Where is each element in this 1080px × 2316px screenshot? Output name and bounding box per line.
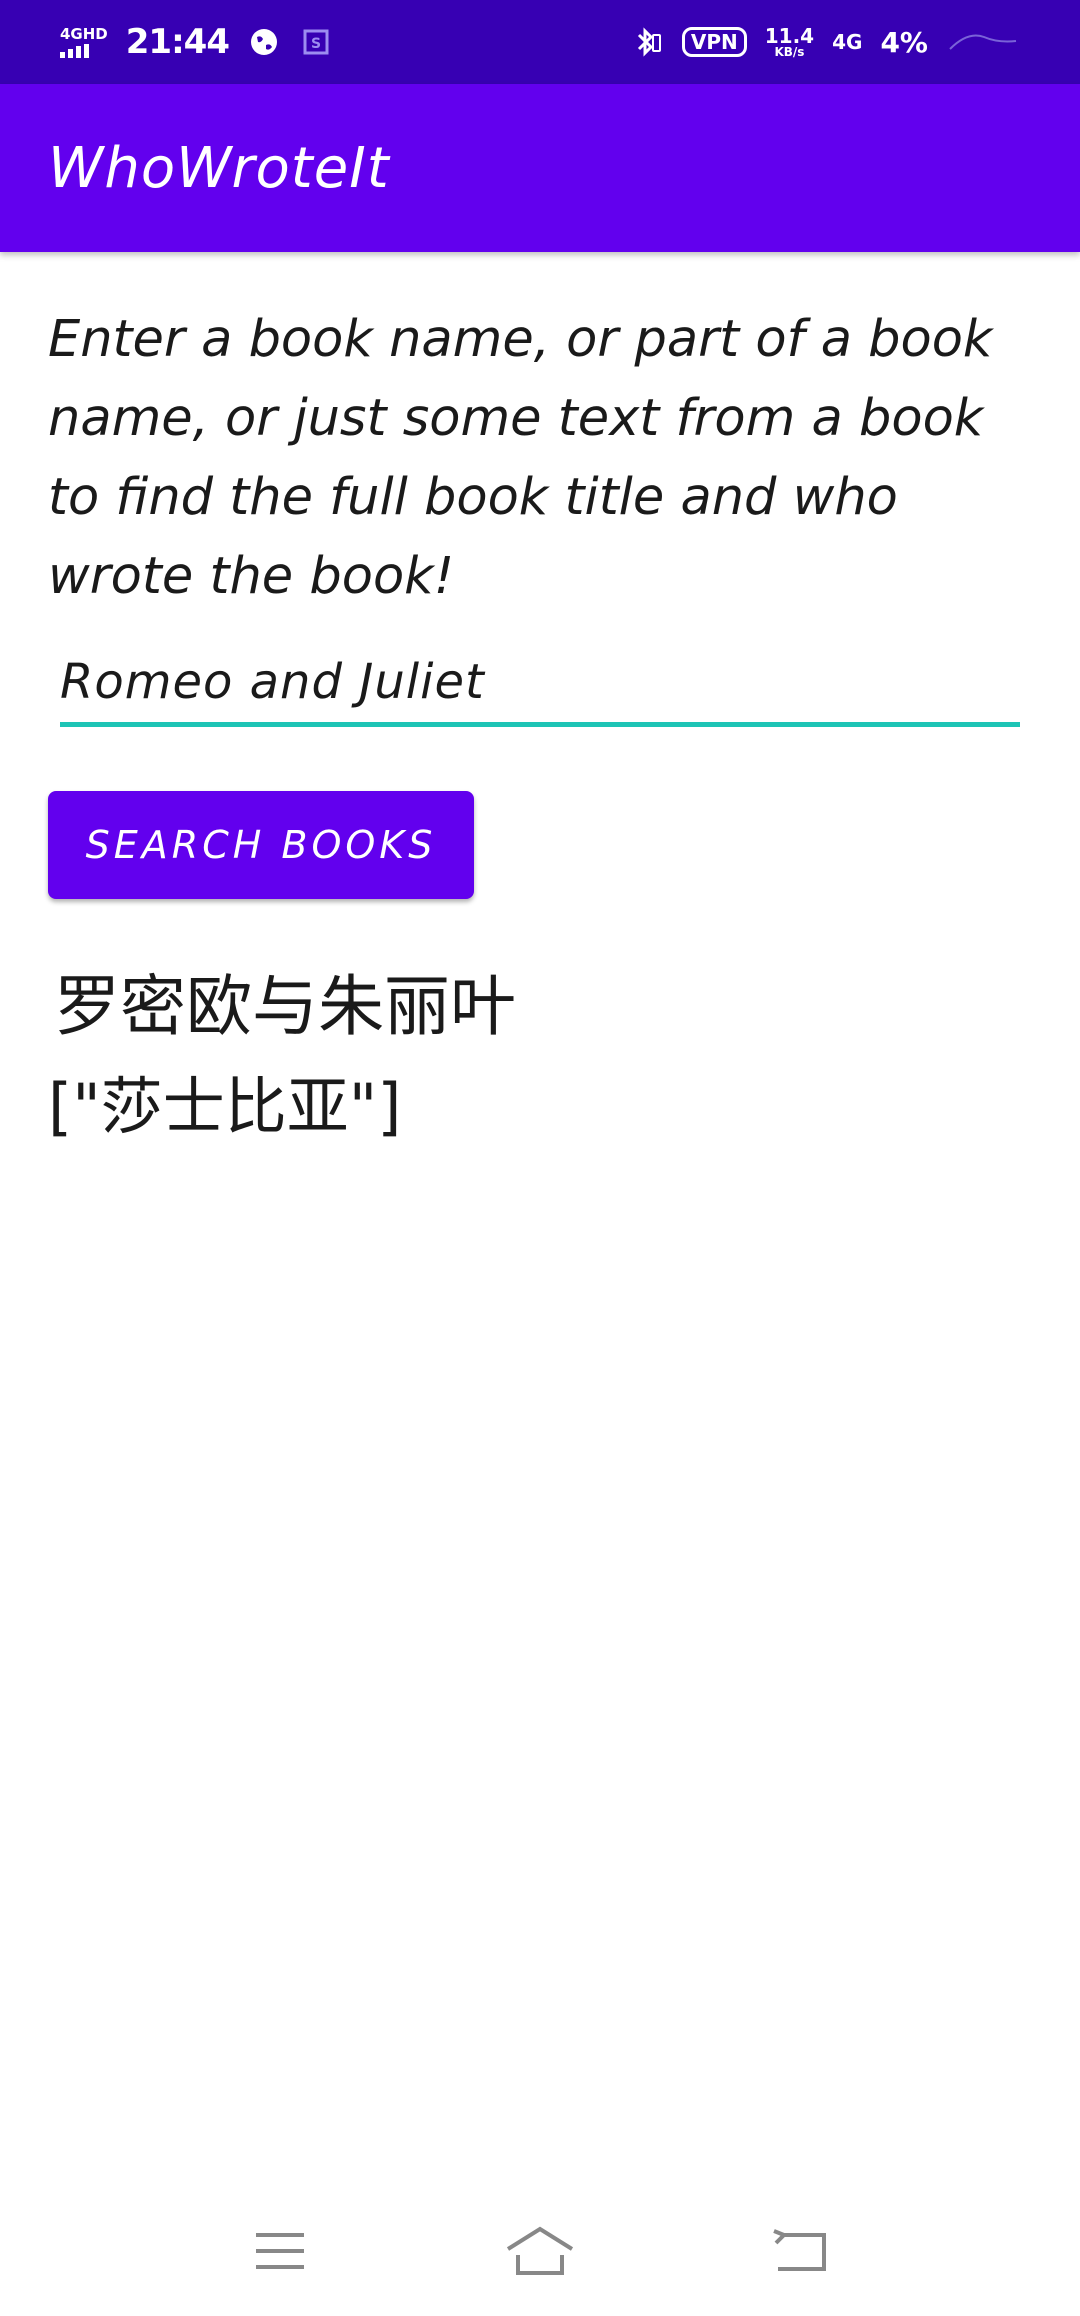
network-type: 4G [832, 30, 863, 54]
main-content: Enter a book name, or part of a book nam… [48, 300, 1032, 1145]
back-icon[interactable] [760, 2211, 840, 2291]
speed-value: 11.4 [764, 24, 815, 48]
status-bar: 4GHD 21:44 S VPN 11.4 KB/s 4G 4% [0, 0, 1080, 84]
signal-bars-icon [60, 43, 108, 58]
battery-level: 4% [880, 25, 928, 59]
screenshot-icon: S [299, 25, 333, 59]
app-bar: WhoWroteIt [0, 84, 1080, 252]
vpn-badge: VPN [681, 27, 747, 57]
book-input-wrapper [60, 654, 1020, 727]
navigation-bar [0, 2186, 1080, 2316]
status-bar-right: VPN 11.4 KB/s 4G 4% [630, 25, 1020, 59]
network-speed: 11.4 KB/s [765, 26, 814, 58]
app-title: WhoWroteIt [48, 135, 390, 201]
bluetooth-icon [630, 25, 664, 59]
instructions-text: Enter a book name, or part of a book nam… [48, 310, 993, 606]
signal-indicator: 4GHD [60, 24, 108, 58]
network-label: 4GHD [60, 24, 108, 43]
speed-unit: KB/s [774, 45, 805, 59]
globe-icon [247, 25, 281, 59]
result-author: ["莎士比亚"] [48, 1070, 402, 1144]
svg-text:S: S [311, 36, 321, 52]
status-bar-left: 4GHD 21:44 S [60, 22, 333, 62]
search-books-button[interactable]: SEARCH BOOKS [48, 791, 474, 899]
result-title: 罗密欧与朱丽叶 [54, 968, 516, 1045]
battery-icon [946, 25, 1020, 59]
home-icon[interactable] [500, 2211, 580, 2291]
status-time: 21:44 [125, 22, 230, 62]
menu-icon[interactable] [240, 2211, 320, 2291]
book-search-input[interactable] [60, 654, 1020, 727]
